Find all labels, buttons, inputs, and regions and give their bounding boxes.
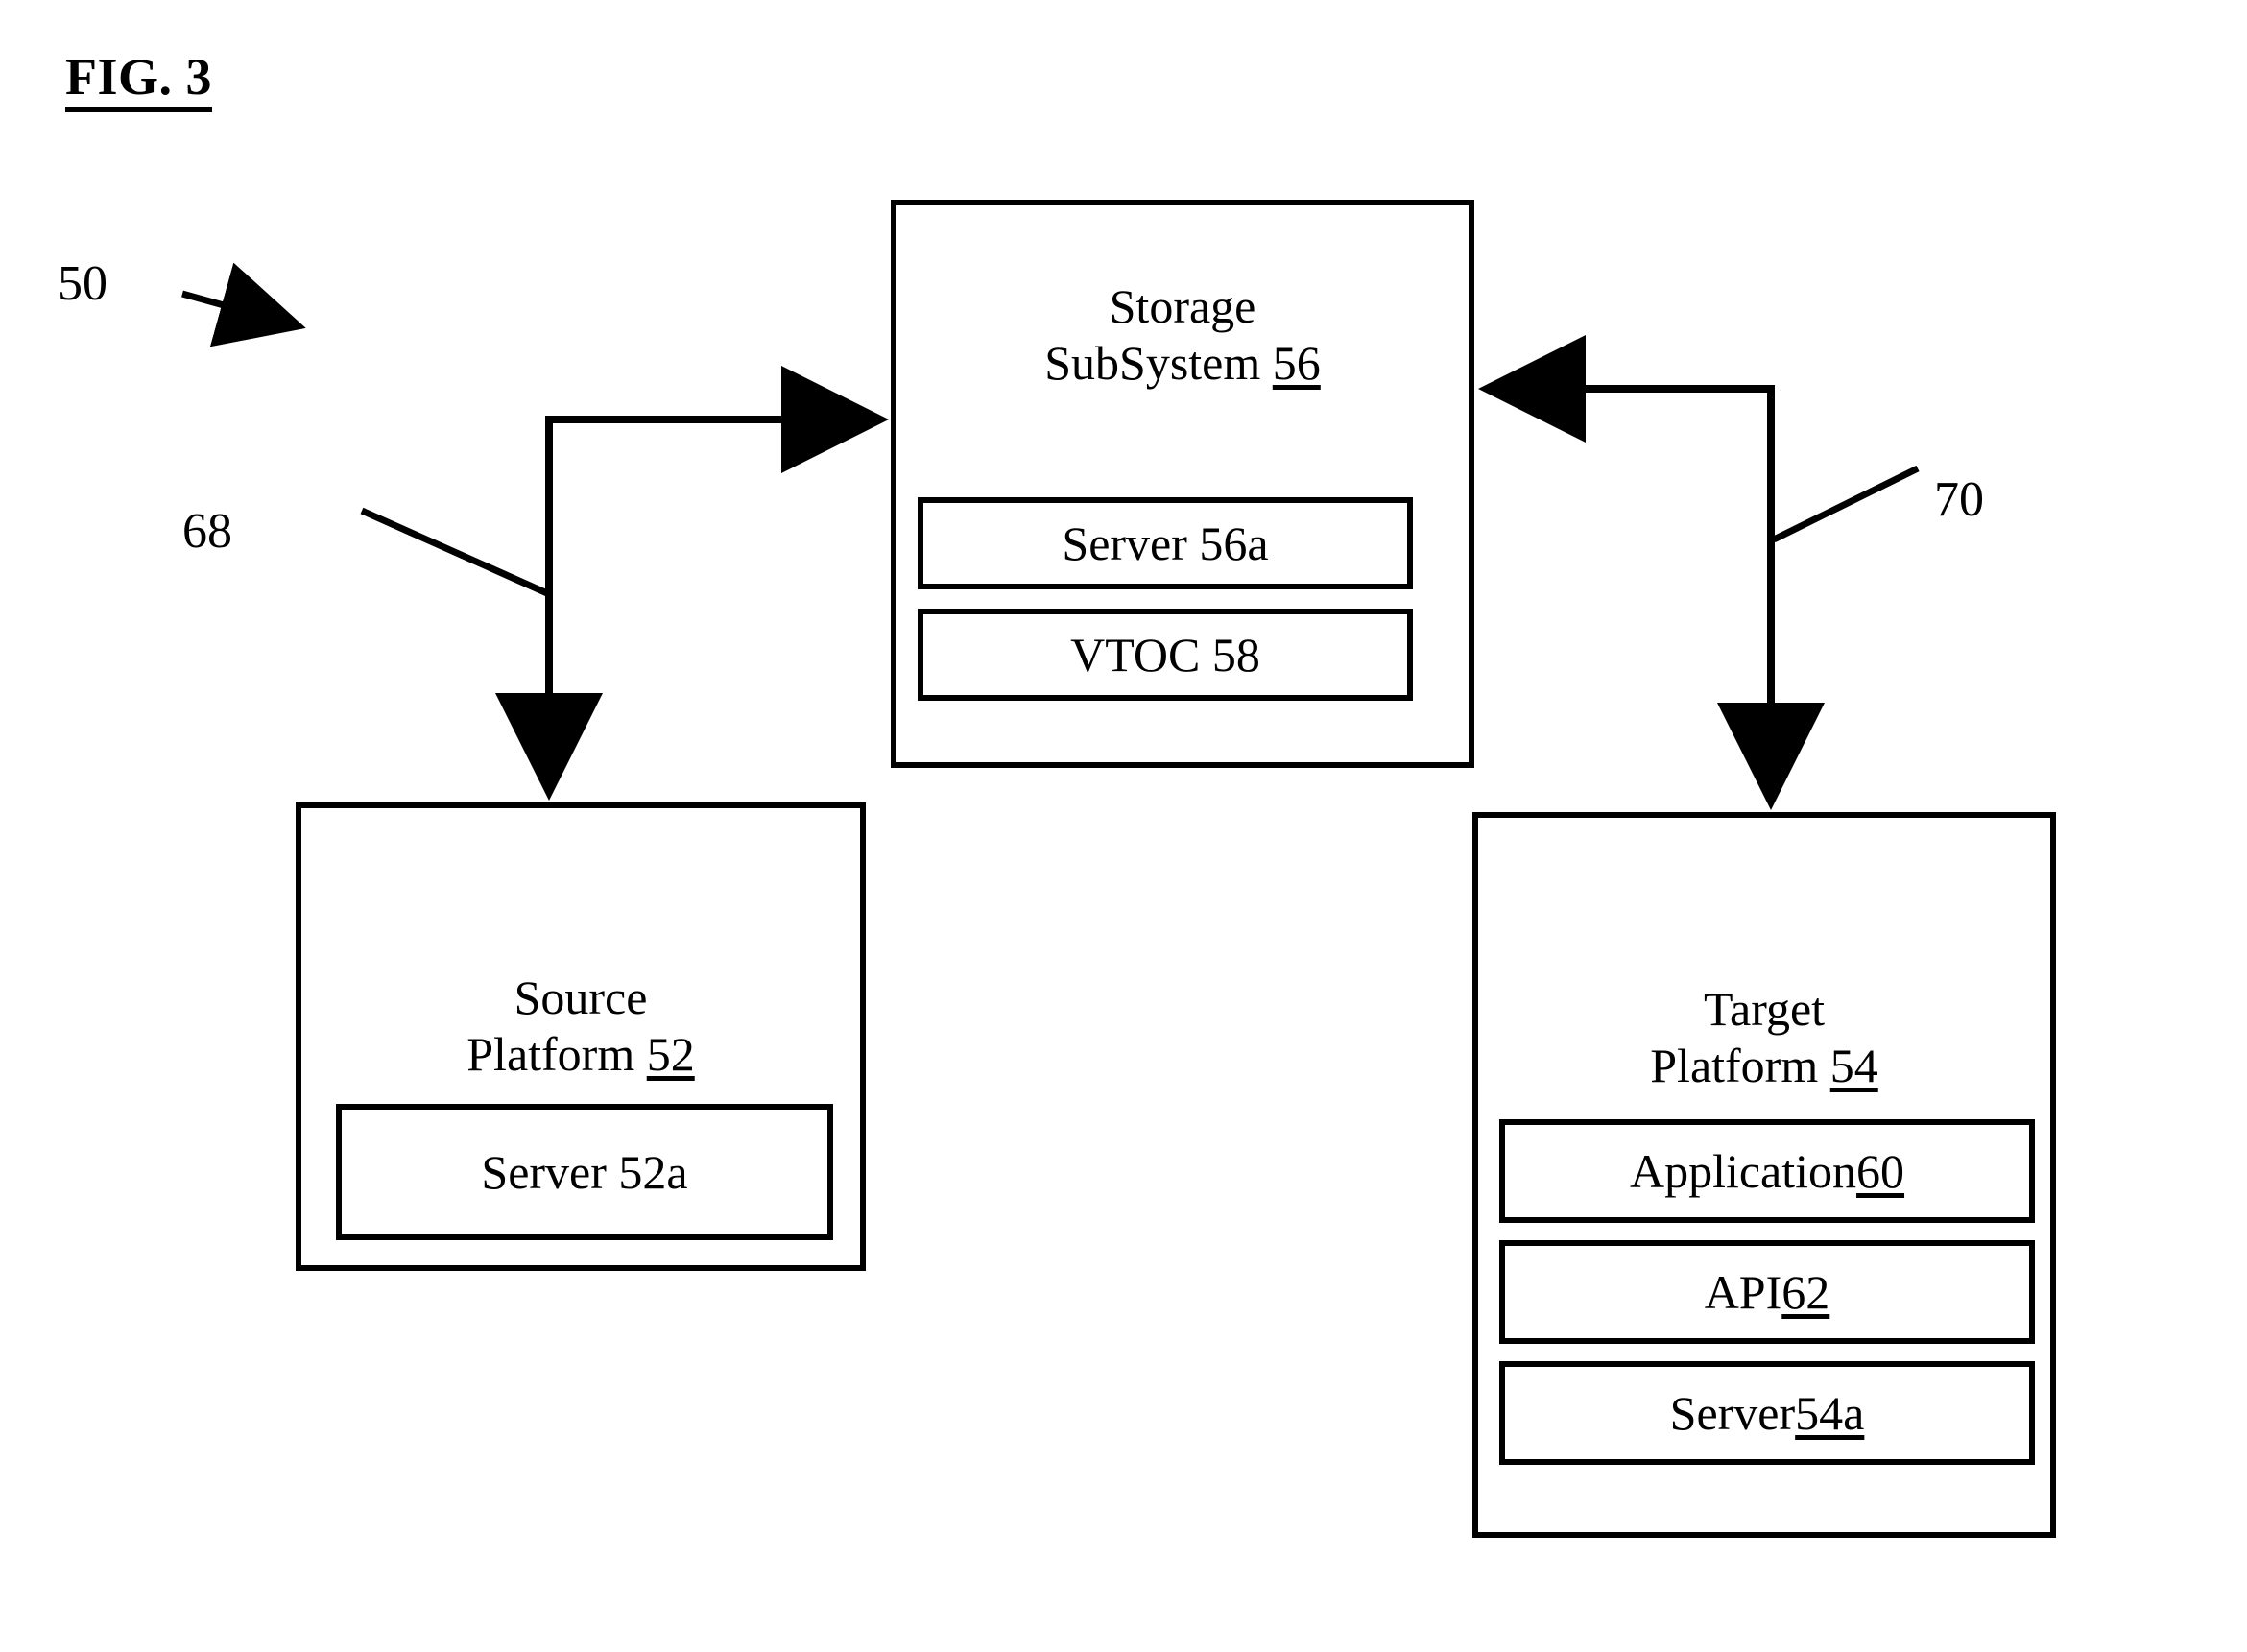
storage-subsystem-title: Storage SubSystem 56 [896, 278, 1469, 392]
storage-subsystem-box: Storage SubSystem 56 Server 56a VTOC 58 [891, 200, 1474, 768]
source-title-line2: Platform [466, 1027, 647, 1081]
source-platform-title: Source Platform 52 [301, 970, 860, 1083]
target-component-api-62-ref: 62 [1781, 1265, 1830, 1319]
target-platform-ref: 54 [1829, 1039, 1878, 1092]
target-component-server-54a-label: Server [1669, 1386, 1796, 1440]
storage-component-server-56a: Server 56a [918, 497, 1413, 589]
reference-numeral-70: 70 [1934, 472, 1984, 527]
target-component-server-54a-ref: 54a [1795, 1386, 1865, 1440]
target-title-line1: Target [1703, 982, 1826, 1036]
source-title-line1: Source [514, 970, 648, 1024]
reference-numeral-50: 50 [58, 256, 108, 311]
target-platform-title: Target Platform 54 [1478, 981, 2050, 1094]
system-pointer-arrow [181, 262, 306, 347]
source-platform-box: Source Platform 52 Server 52a [296, 802, 866, 1271]
storage-title-line2: SubSystem [1044, 336, 1273, 390]
target-component-application-60: Application 60 [1499, 1119, 2035, 1223]
target-component-api-62-label: API [1704, 1265, 1782, 1319]
source-component-server-52a-label: Server 52a [481, 1145, 688, 1199]
source-component-server-52a: Server 52a [336, 1104, 833, 1240]
patent-figure: FIG. 3 50 68 70 Storage SubSystem 56 Serv… [0, 0, 2247, 1652]
target-component-application-60-label: Application [1629, 1144, 1857, 1198]
storage-subsystem-ref: 56 [1272, 336, 1321, 390]
figure-title: FIG. 3 [65, 50, 213, 112]
reference-numeral-68: 68 [182, 504, 232, 559]
target-component-application-60-ref: 60 [1856, 1144, 1905, 1198]
leader-line-70 [1772, 465, 1920, 543]
storage-component-server-56a-label: Server 56a [1062, 516, 1269, 570]
storage-component-vtoc-58-label: VTOC 58 [1070, 628, 1260, 682]
leader-line-68 [360, 507, 549, 597]
target-component-api-62: API 62 [1499, 1240, 2035, 1344]
target-platform-box: Target Platform 54 Application 60 API 62 … [1472, 812, 2056, 1538]
storage-title-line1: Storage [1109, 279, 1256, 333]
storage-component-vtoc-58: VTOC 58 [918, 609, 1413, 701]
target-title-line2: Platform [1650, 1039, 1830, 1092]
source-platform-ref: 52 [646, 1027, 695, 1081]
target-component-server-54a: Server 54a [1499, 1361, 2035, 1465]
